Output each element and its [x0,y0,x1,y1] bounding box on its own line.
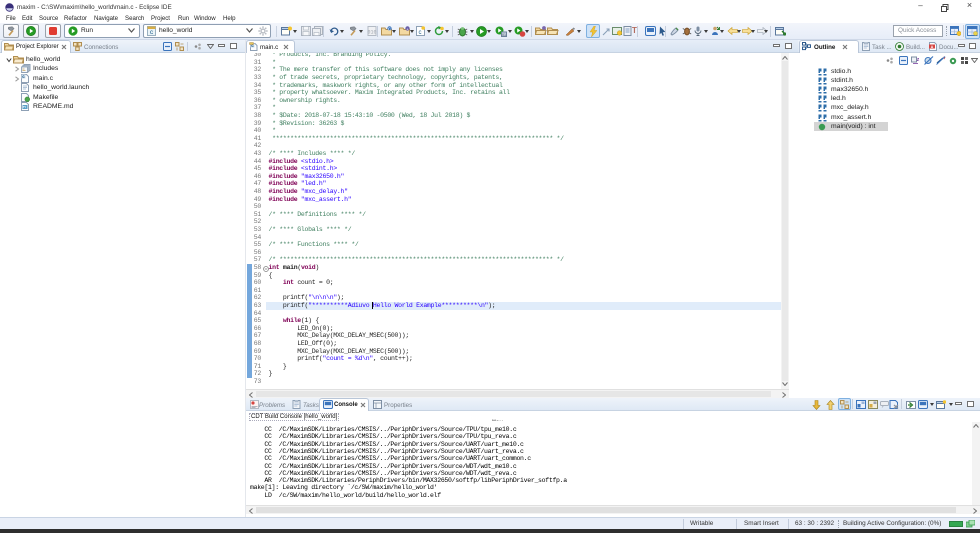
svg-text:01: 01 [502,33,506,37]
svg-text:010: 010 [367,30,376,36]
svg-text:c: c [419,30,422,36]
svg-text:z: z [917,57,920,63]
